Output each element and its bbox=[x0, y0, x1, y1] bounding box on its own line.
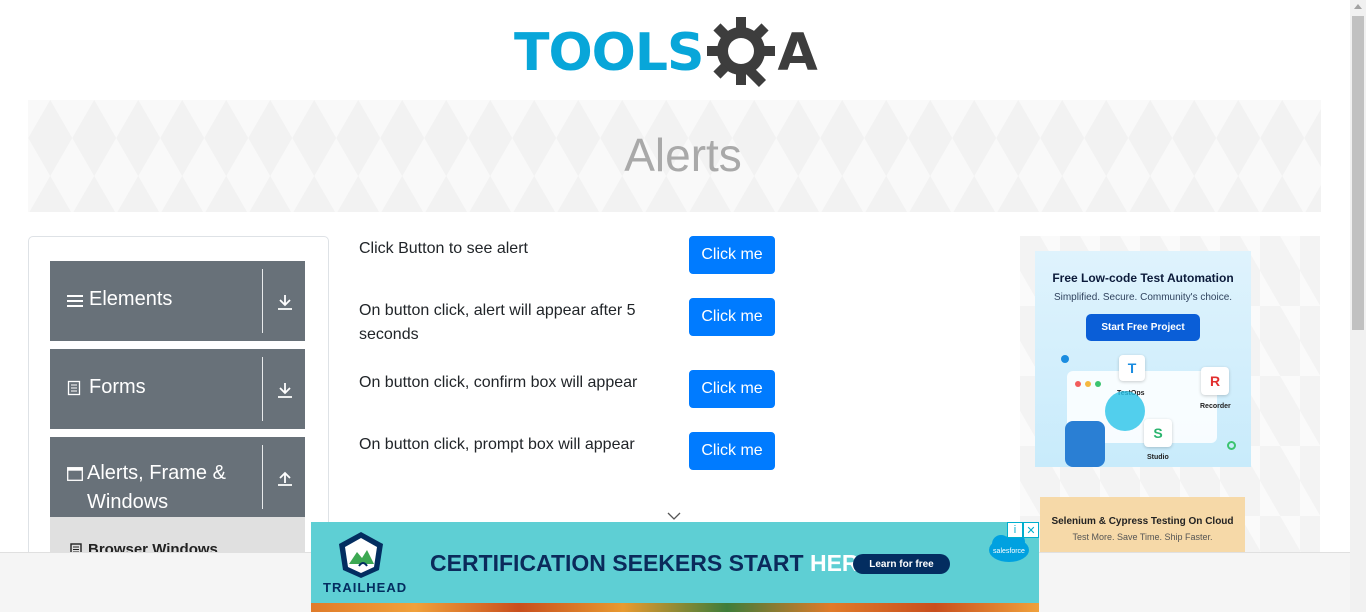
confirm-button[interactable]: Click me bbox=[689, 370, 775, 408]
recorder-icon: R bbox=[1201, 367, 1229, 395]
trailhead-logo-icon bbox=[339, 532, 383, 578]
robot-arm-illustration bbox=[1065, 421, 1105, 467]
scrollbar-thumb[interactable] bbox=[1352, 16, 1364, 330]
download-icon[interactable] bbox=[276, 293, 296, 313]
ad-title: Selenium & Cypress Testing On Cloud bbox=[1051, 516, 1234, 527]
product-caption: Studio bbox=[1147, 454, 1169, 461]
ad-cta-button[interactable]: Learn for free bbox=[853, 554, 950, 574]
hamburger-icon bbox=[67, 292, 85, 308]
group-divider bbox=[262, 357, 263, 421]
sidebar-group-forms-label-wrap: Forms bbox=[67, 376, 146, 399]
sidebar-group-label: Elements bbox=[89, 288, 173, 310]
sidebar-group-elements[interactable]: Elements bbox=[50, 261, 305, 341]
prompt-button[interactable]: Click me bbox=[689, 432, 775, 470]
ad-choices[interactable]: i ✕ bbox=[1007, 522, 1039, 538]
salesforce-wordmark: salesforce bbox=[993, 548, 1025, 555]
alert-row-text: Click Button to see alert bbox=[359, 240, 528, 257]
confirm-row-text: On button click, confirm box will appear bbox=[359, 374, 638, 391]
info-icon[interactable]: i bbox=[1007, 522, 1023, 538]
gear-magnifier-icon bbox=[707, 17, 776, 88]
logo-qa: A bbox=[705, 15, 818, 91]
page-title: Alerts bbox=[624, 129, 742, 181]
decor-circle bbox=[1105, 391, 1145, 431]
logo-suffix: A bbox=[777, 23, 818, 83]
decor-dot bbox=[1061, 355, 1069, 363]
ad-subtitle: Simplified. Secure. Community's choice. bbox=[1053, 292, 1233, 303]
timer-alert-button[interactable]: Click me bbox=[689, 298, 775, 336]
studio-icon: S bbox=[1144, 419, 1172, 447]
testops-icon: T bbox=[1119, 355, 1145, 381]
page-scrollbar[interactable] bbox=[1350, 0, 1366, 612]
document-icon bbox=[67, 380, 85, 396]
ad-subtitle: Test More. Save Time. Ship Faster. bbox=[1072, 532, 1213, 542]
toolsqa-logo[interactable]: TOOLS A bbox=[514, 14, 838, 92]
prompt-row-text: On button click, prompt box will appear bbox=[359, 436, 635, 453]
window-icon bbox=[67, 467, 83, 481]
page: TOOLS A Alerts Elements Forms Alerts, Fr… bbox=[0, 0, 1366, 612]
download-icon[interactable] bbox=[276, 381, 296, 401]
decor-dot bbox=[1085, 381, 1091, 387]
ad-headline: CERTIFICATION SEEKERS START HERE. bbox=[430, 550, 880, 577]
ad-title: Free Low-code Test Automation bbox=[1052, 271, 1234, 285]
sidebar-group-label: Alerts, Frame & Windows bbox=[87, 462, 226, 513]
ad-headline-part: CERTIFICATION SEEKERS START bbox=[430, 550, 804, 576]
ad-trailhead-banner[interactable]: TRAILHEAD CERTIFICATION SEEKERS START HE… bbox=[311, 522, 1039, 612]
decor-ring bbox=[1227, 441, 1236, 450]
ad-brand-label: TRAILHEAD bbox=[323, 580, 408, 595]
ad-illustration-strip bbox=[311, 603, 1039, 612]
close-icon[interactable]: ✕ bbox=[1023, 522, 1039, 538]
scroll-up-arrow-icon[interactable] bbox=[1354, 4, 1362, 9]
sidebar-group-label: Forms bbox=[89, 376, 146, 398]
group-divider bbox=[262, 269, 263, 333]
timer-alert-row-text: On button click, alert will appear after… bbox=[359, 302, 636, 343]
decor-dot bbox=[1075, 381, 1081, 387]
sidebar-group-forms[interactable]: Forms bbox=[50, 349, 305, 429]
logo-text: TOOLS bbox=[514, 23, 704, 83]
alert-button[interactable]: Click me bbox=[689, 236, 775, 274]
sidebar-group-alerts-label-wrap: Alerts, Frame & Windows bbox=[67, 459, 247, 517]
product-caption: Recorder bbox=[1200, 403, 1231, 410]
ad-cta-button[interactable]: Start Free Project bbox=[1086, 314, 1200, 341]
ad-lambdatest[interactable]: Selenium & Cypress Testing On Cloud Test… bbox=[1040, 497, 1245, 557]
group-divider bbox=[262, 445, 263, 509]
sidebar-group-alerts-frame-windows[interactable]: Alerts, Frame & Windows bbox=[50, 437, 305, 517]
ad-katalon[interactable]: Free Low-code Test Automation Simplified… bbox=[1035, 251, 1251, 467]
sidebar-menu: Elements Forms Alerts, Frame & Windows B… bbox=[28, 236, 329, 576]
upload-icon[interactable] bbox=[276, 469, 296, 489]
sidebar-group-elements-label-wrap: Elements bbox=[67, 288, 172, 311]
decor-dot bbox=[1095, 381, 1101, 387]
